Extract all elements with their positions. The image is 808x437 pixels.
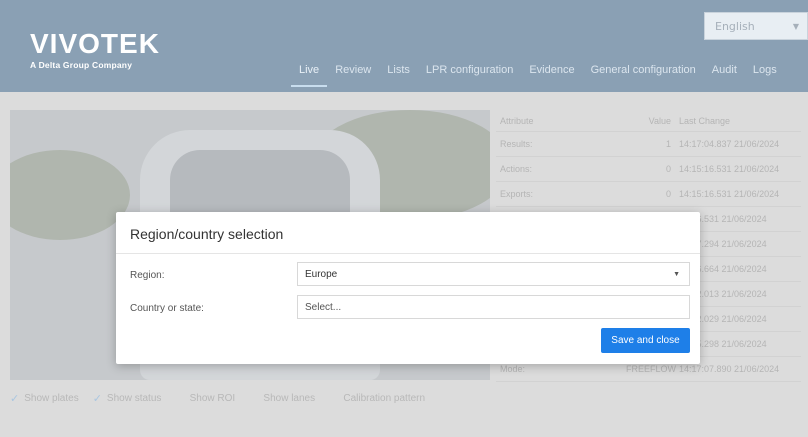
header-attribute: Attribute bbox=[500, 115, 534, 126]
checkbox-show-status[interactable]: ✓ Show status bbox=[93, 392, 162, 405]
nav-tab-audit[interactable]: Audit bbox=[704, 61, 745, 85]
row-value: FREEFLOW bbox=[626, 364, 677, 374]
save-and-close-button[interactable]: Save and close bbox=[601, 328, 690, 353]
row-last-change: 14:15:16.531 21/06/2024 bbox=[679, 164, 780, 174]
nav-tab-general-configuration[interactable]: General configuration bbox=[583, 61, 704, 85]
region-select[interactable]: Europe ▼ bbox=[297, 262, 690, 286]
language-value: English bbox=[715, 20, 755, 33]
logo-tagline: A Delta Group Company bbox=[30, 60, 133, 70]
country-label: Country or state: bbox=[130, 303, 204, 314]
table-row: Actions: 0 14:15:16.531 21/06/2024 bbox=[496, 157, 801, 182]
vehicle-windshield bbox=[170, 150, 350, 220]
row-last-change: 14:15:16.531 21/06/2024 bbox=[679, 189, 780, 199]
nav-tab-lpr-configuration[interactable]: LPR configuration bbox=[418, 61, 521, 85]
row-last-change: 14:17:07.890 21/06/2024 bbox=[679, 364, 780, 374]
vivotek-logo: VIVOTEK A Delta Group Company bbox=[30, 28, 160, 71]
checkbox-show-lanes[interactable]: ✓ Show lanes bbox=[249, 392, 315, 405]
logo-text: VIVOTEK bbox=[30, 28, 160, 59]
checkmark-icon: ✓ bbox=[10, 393, 20, 405]
row-attribute: Mode: bbox=[500, 364, 526, 374]
app-header: VIVOTEK A Delta Group Company English ▼ … bbox=[0, 0, 808, 92]
row-attribute: Results: bbox=[500, 139, 533, 149]
checkmark-icon: ✓ bbox=[92, 393, 102, 405]
header-last-change: Last Change bbox=[679, 115, 731, 126]
nav-tab-lists[interactable]: Lists bbox=[379, 61, 418, 85]
checkbox-show-roi[interactable]: ✓ Show ROI bbox=[175, 392, 236, 405]
row-attribute: Exports: bbox=[500, 189, 534, 199]
language-select[interactable]: English ▼ bbox=[704, 12, 808, 40]
checkbox-label: Calibration pattern bbox=[343, 393, 426, 404]
row-value: 0 bbox=[665, 189, 671, 199]
region-country-dialog: Region/country selection Region: Europe … bbox=[116, 212, 700, 364]
row-value: 0 bbox=[665, 164, 671, 174]
nav-tab-live[interactable]: Live bbox=[291, 61, 328, 87]
dialog-title: Region/country selection bbox=[130, 226, 284, 242]
region-label: Region: bbox=[130, 270, 165, 281]
nav-tab-evidence[interactable]: Evidence bbox=[521, 61, 582, 85]
chevron-down-icon: ▼ bbox=[673, 271, 680, 278]
country-select[interactable]: Select... bbox=[297, 295, 690, 319]
checkbox-show-plates[interactable]: ✓ Show plates bbox=[10, 392, 79, 405]
attribute-table-header: Attribute Value Last Change bbox=[496, 110, 801, 132]
checkbox-label: Show lanes bbox=[263, 393, 316, 404]
main-nav: Live Review Lists LPR configuration Evid… bbox=[291, 61, 785, 87]
row-last-change: 14:17:04.837 21/06/2024 bbox=[679, 139, 780, 149]
header-value: Value bbox=[648, 115, 671, 126]
table-row: Exports: 0 14:15:16.531 21/06/2024 bbox=[496, 182, 801, 207]
row-attribute: Actions: bbox=[500, 164, 533, 174]
overlay-options: ✓ Show plates ✓ Show status ✓ Show ROI ✓… bbox=[10, 392, 425, 405]
table-row: Results: 1 14:17:04.837 21/06/2024 bbox=[496, 132, 801, 157]
chevron-down-icon: ▼ bbox=[792, 22, 799, 31]
region-value: Europe bbox=[305, 269, 338, 280]
dialog-divider bbox=[116, 253, 700, 254]
checkbox-label: Show ROI bbox=[189, 393, 236, 404]
country-placeholder: Select... bbox=[305, 302, 342, 313]
checkbox-label: Show status bbox=[106, 393, 162, 404]
row-value: 1 bbox=[665, 139, 671, 149]
nav-tab-review[interactable]: Review bbox=[327, 61, 379, 85]
checkbox-label: Show plates bbox=[24, 393, 79, 404]
nav-tab-logs[interactable]: Logs bbox=[745, 61, 785, 85]
checkbox-calibration-pattern[interactable]: ✓ Calibration pattern bbox=[329, 392, 425, 405]
background-bushes bbox=[10, 150, 130, 240]
